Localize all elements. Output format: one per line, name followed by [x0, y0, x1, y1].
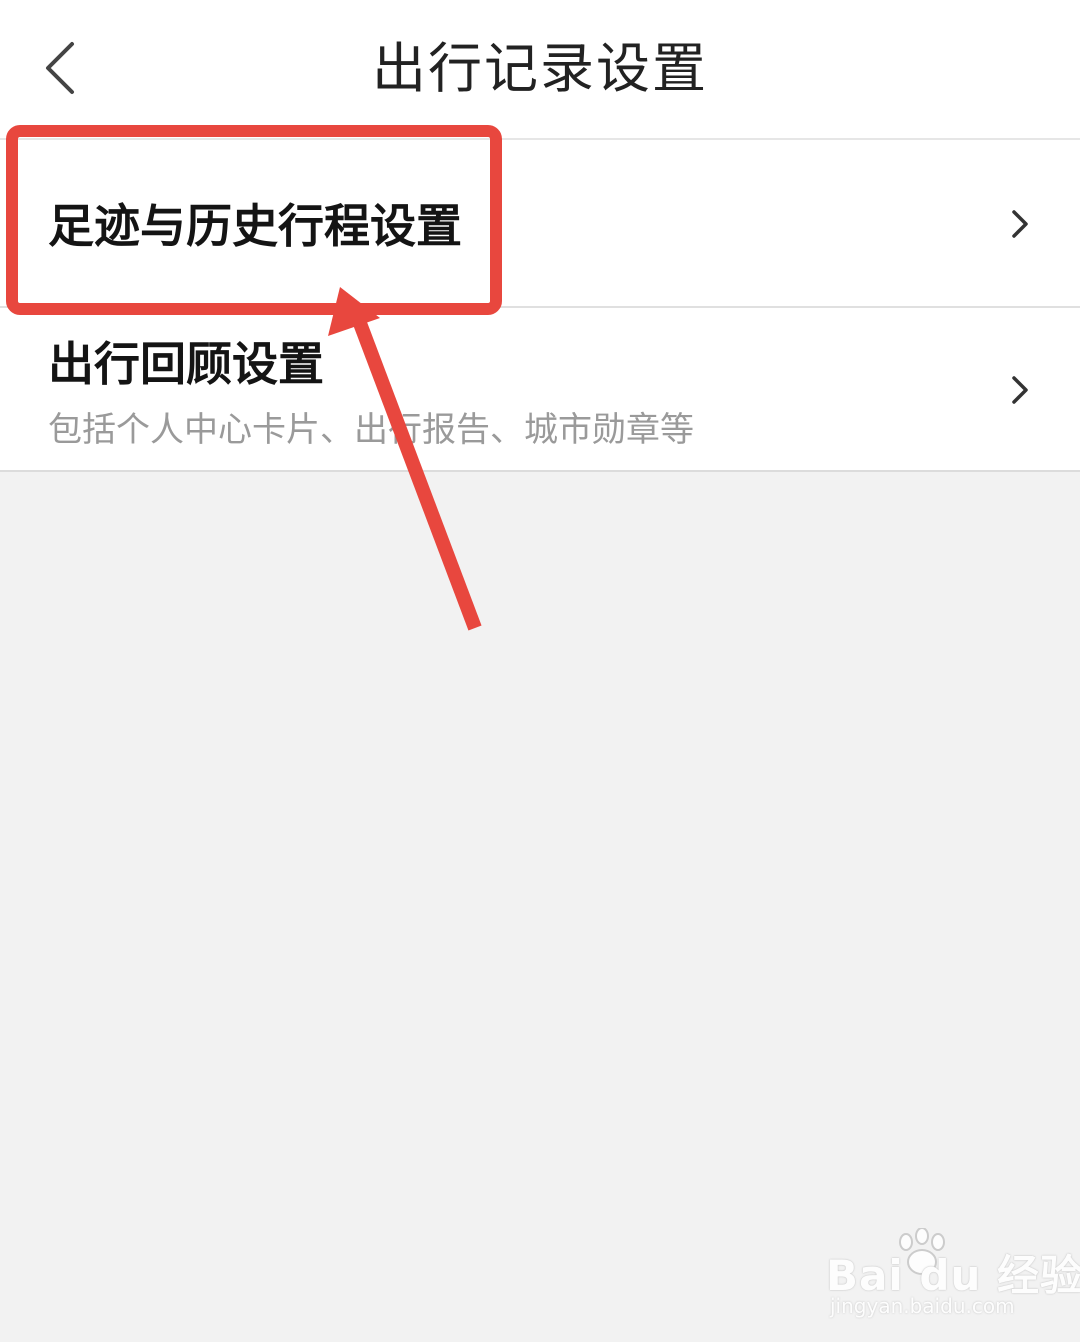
page-title: 出行记录设置: [372, 37, 708, 100]
nav-bar: 出行记录设置: [0, 0, 1080, 140]
settings-list: 足迹与历史行程设置 出行回顾设置 包括个人中心卡片、出行报告、城市勋章等: [0, 140, 1080, 472]
item-subtitle: 包括个人中心卡片、出行报告、城市勋章等: [48, 410, 694, 450]
chevron-right-icon: [1008, 206, 1032, 242]
chevron-right-icon: [1008, 372, 1032, 408]
baidu-jingyan-watermark: Bai du 经验 jingyan.baidu.com: [826, 1228, 1080, 1324]
item-title: 出行回顾设置: [48, 337, 324, 391]
watermark-url: jingyan.baidu.com: [830, 1294, 1015, 1318]
item-title: 足迹与历史行程设置: [48, 199, 462, 253]
travel-review-settings-item[interactable]: 出行回顾设置 包括个人中心卡片、出行报告、城市勋章等: [0, 308, 1080, 472]
footprint-history-settings-item[interactable]: 足迹与历史行程设置: [0, 140, 1080, 308]
